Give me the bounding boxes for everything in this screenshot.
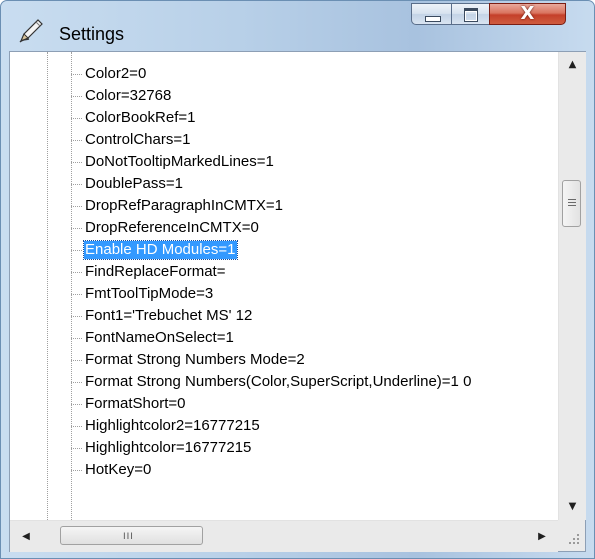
tree-item[interactable]: Color2=0 [10, 63, 558, 85]
tree-item-label: Highlightcolor2=16777215 [85, 417, 260, 434]
tree-item[interactable]: Format Strong Numbers(Color,SuperScript,… [10, 371, 558, 393]
tree-item-label: DropReferenceInCMTX=0 [85, 219, 259, 236]
tree-item[interactable]: FormatShort=0 [10, 393, 558, 415]
tree-item[interactable]: ControlChars=1 [10, 129, 558, 151]
tree-item[interactable]: FontNameOnSelect=1 [10, 327, 558, 349]
tree-connector [71, 250, 82, 251]
tree-item-label: FormatShort=0 [85, 395, 186, 412]
tree-item-label: DoublePass=1 [85, 175, 183, 192]
tree-connector [71, 184, 82, 185]
tree-connector [71, 206, 82, 207]
tree-item-label: DropRefParagraphInCMTX=1 [85, 197, 284, 214]
grip-line [568, 205, 576, 206]
maximize-icon [464, 8, 478, 22]
tree-item-label: Format Strong Numbers Mode=2 [85, 351, 305, 368]
caption-buttons: X [411, 3, 566, 27]
tree-connector [71, 316, 82, 317]
tree-connector [71, 360, 82, 361]
horizontal-scrollbar[interactable]: ◀ III ▶ [10, 520, 558, 552]
tree-item[interactable]: DropRefParagraphInCMTX=1 [10, 195, 558, 217]
tree-item-label: FindReplaceFormat= [85, 263, 226, 280]
tree-connector [71, 382, 82, 383]
tree-item[interactable]: Font1='Trebuchet MS' 12 [10, 305, 558, 327]
vertical-scroll-thumb[interactable] [562, 180, 581, 227]
tree-connector [71, 96, 82, 97]
settings-tree-view[interactable]: Color2=0 Color=32768 ColorBookRef=1 Control… [9, 51, 586, 552]
tree-item[interactable]: ColorBookRef=1 [10, 107, 558, 129]
tree-item[interactable]: FindReplaceFormat= [10, 261, 558, 283]
tree-connector [71, 162, 82, 163]
tree-item[interactable]: FmtToolTipMode=3 [10, 283, 558, 305]
scroll-left-icon[interactable]: ◀ [14, 521, 38, 552]
tree-item[interactable]: Highlightcolor2=16777215 [10, 415, 558, 437]
tree-item[interactable]: DropReferenceInCMTX=0 [10, 217, 558, 239]
vertical-scrollbar[interactable]: ▲ ▼ [558, 52, 586, 520]
tree-connector [71, 140, 82, 141]
grip-line [568, 199, 576, 200]
tree-item-label: Enable HD Modules=1 [83, 240, 238, 260]
tree-item-label: HotKey=0 [85, 461, 152, 478]
tree-item-label: Format Strong Numbers(Color,SuperScript,… [85, 373, 472, 390]
tree-connector [71, 426, 82, 427]
tree-content: Color2=0 Color=32768 ColorBookRef=1 Control… [10, 52, 558, 520]
tree-item[interactable]: DoublePass=1 [10, 173, 558, 195]
tree-item-label: ColorBookRef=1 [85, 109, 196, 126]
tree-connector [71, 272, 82, 273]
close-icon: X [520, 3, 535, 24]
tree-item[interactable]: Color=32768 [10, 85, 558, 107]
scroll-right-icon[interactable]: ▶ [530, 521, 554, 552]
tree-item-selected[interactable]: Enable HD Modules=1 [10, 239, 558, 261]
tree-item-label: FmtToolTipMode=3 [85, 285, 214, 302]
tree-item[interactable]: Highlightcolor=16777215 [10, 437, 558, 459]
tree-connector [71, 338, 82, 339]
pencil-icon [19, 19, 43, 43]
minimize-button[interactable] [411, 3, 451, 25]
horizontal-scroll-thumb[interactable]: III [60, 526, 203, 545]
minimize-icon [425, 16, 441, 22]
tree-item[interactable]: HotKey=0 [10, 459, 558, 481]
tree-connector [71, 74, 82, 75]
title-bar[interactable]: Settings X [1, 1, 594, 51]
tree-connector [71, 404, 82, 405]
tree-item-label: Color=32768 [85, 87, 172, 104]
window-title: Settings [59, 24, 125, 44]
tree-connector [71, 294, 82, 295]
tree-item[interactable]: Format Strong Numbers Mode=2 [10, 349, 558, 371]
tree-item-label: ControlChars=1 [85, 131, 191, 148]
tree-connector [71, 448, 82, 449]
tree-item-label: DoNotTooltipMarkedLines=1 [85, 153, 274, 170]
tree-item[interactable]: DoNotTooltipMarkedLines=1 [10, 151, 558, 173]
settings-window: Settings X Color2=0 Color=32768 ColorBookR… [0, 0, 595, 559]
close-button[interactable]: X [489, 3, 566, 25]
grip-marks: III [123, 532, 134, 542]
maximize-button[interactable] [451, 3, 489, 25]
tree-connector [71, 228, 82, 229]
tree-connector [71, 470, 82, 471]
tree-item-label: FontNameOnSelect=1 [85, 329, 234, 346]
scroll-down-icon[interactable]: ▼ [559, 494, 586, 520]
tree-item-label: Font1='Trebuchet MS' 12 [85, 307, 253, 324]
tree-connector [71, 118, 82, 119]
size-grip-icon[interactable] [558, 520, 585, 551]
tree-item-label: Color2=0 [85, 65, 147, 82]
tree-item-label: Highlightcolor=16777215 [85, 439, 252, 456]
scroll-up-icon[interactable]: ▲ [559, 52, 586, 78]
grip-line [568, 202, 576, 203]
